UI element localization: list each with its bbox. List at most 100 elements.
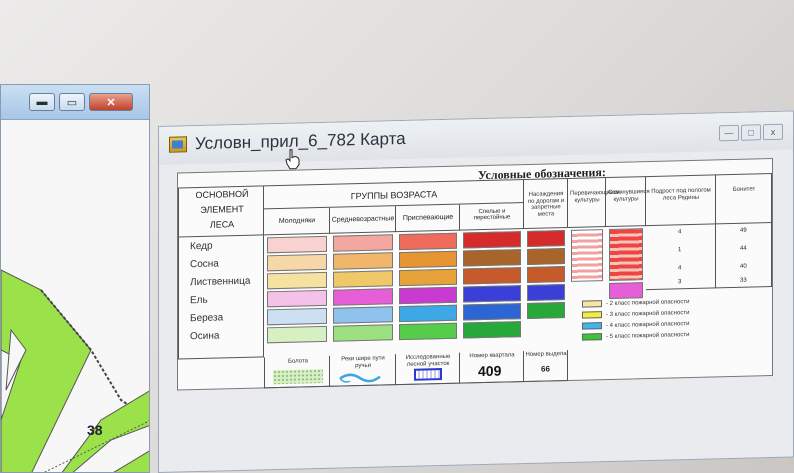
unit-cell: Исследованные лесной участок [396, 352, 460, 386]
swatch [527, 248, 565, 265]
extra-header-cell: Перевичающиеся культуры [568, 177, 620, 228]
map-canvas[interactable]: 38 [1, 120, 149, 472]
species-label-pine: Сосна [190, 258, 219, 271]
element-header-line2: ЭЛЕМЕНТ [200, 203, 244, 215]
fire-class-label: - 3 класс пожарной опасности [606, 309, 690, 318]
extra-header-cell: Насаждения по дорогам и запретные места [524, 177, 568, 230]
species-label-cedar: Кедр [190, 240, 213, 253]
age-group-label: Спелые и перестойные [473, 208, 511, 222]
swatch [267, 325, 327, 344]
river-cell: Реки шире пути ручьи [330, 354, 396, 387]
swatch [267, 253, 327, 272]
swatch [333, 324, 393, 342]
quarter-cell: Номер квартала 409 [460, 351, 524, 384]
fire-class-swatch [582, 311, 602, 319]
extra-header-cell: Сомкнувшиеся культуры [606, 176, 650, 228]
unit-symbol [414, 368, 442, 381]
plot-cell: Номер выдела 66 [524, 349, 568, 383]
species-label-spruce: Ель [190, 294, 208, 307]
extra-header-label: Подрост под пологом леса Редины [651, 187, 711, 202]
legend-sheet: Условные обозначения: ОСНОВНОЙ ЭЛЕМЕНТ Л… [177, 157, 773, 391]
plot-label: Номер выдела [525, 351, 567, 359]
swatch [399, 304, 457, 323]
age-col-header: Средневозрастные [330, 206, 396, 234]
age-group-label: Молодняки [278, 217, 316, 226]
fire-class-swatch [582, 300, 602, 308]
map-parcel-number: 38 [87, 422, 103, 438]
fire-class-item: - 5 класс пожарной опасности [582, 330, 689, 342]
swatch [609, 228, 643, 281]
swatch [333, 306, 393, 324]
legend-window-titlebar[interactable]: Условн_прил_6_782 Карта — □ x [159, 111, 793, 170]
species-label-birch: Береза [190, 312, 224, 325]
fire-class-item: - 4 класс пожарной опасности [582, 319, 689, 331]
number-column [716, 222, 772, 289]
species-label-aspen: Осина [190, 330, 220, 343]
close-button[interactable]: ✕ [89, 93, 133, 111]
maximize-button[interactable]: ▭ [59, 93, 85, 111]
plot-value: 66 [541, 364, 550, 374]
swatch [571, 229, 603, 282]
map-app-icon [169, 136, 187, 153]
extra-header-label: Перевичающиеся культуры [570, 189, 620, 204]
extra-header-label: Сомкнувшиеся культуры [608, 188, 650, 203]
swatch [399, 268, 457, 287]
age-groups-header: ГРУППЫ ВОЗРАСТА [350, 189, 438, 202]
river-icon [339, 373, 381, 383]
minimize-button[interactable]: — [719, 124, 739, 142]
extra-header-label: Бонитет [732, 186, 756, 193]
fire-class-item: - 2 класс пожарной опасности [582, 297, 689, 309]
quarter-label: Номер квартала [469, 352, 515, 360]
age-group-label: Приспевающие [402, 213, 454, 223]
swatch [527, 266, 565, 283]
fire-class-label: - 4 класс пожарной опасности [606, 320, 690, 329]
minimize-button[interactable]: ▬ [29, 93, 55, 111]
swatch [399, 232, 457, 251]
number-column [646, 224, 716, 291]
element-header-cell: ОСНОВНОЙ ЭЛЕМЕНТ ЛЕСА [178, 185, 264, 238]
extra-header-cell: Бонитет [716, 172, 772, 225]
extra-header-label: Насаждения по дорогам и запретные места [527, 191, 565, 218]
fire-class-swatch [582, 333, 602, 341]
swamp-label: Болота [288, 358, 308, 365]
close-button[interactable]: x [763, 123, 783, 141]
fire-class-swatch [582, 322, 602, 330]
swatch [399, 286, 457, 305]
background-window: ▬ ▭ ✕ 38 [0, 84, 150, 473]
background-window-titlebar[interactable]: ▬ ▭ ✕ [1, 85, 149, 120]
swamp-cell: Болота [264, 355, 330, 389]
swatch [527, 284, 565, 301]
swatch [527, 302, 565, 319]
swamp-pattern [273, 368, 323, 385]
swatch [267, 271, 327, 290]
age-group-label: Средневозрастные [331, 215, 395, 224]
swatch [463, 285, 521, 303]
swatch [463, 267, 521, 285]
swatch [463, 249, 521, 267]
swatch [333, 288, 393, 306]
fire-class-label: - 2 класс пожарной опасности [606, 298, 690, 307]
swatch [333, 234, 393, 252]
swatch [399, 250, 457, 269]
fire-class-item: - 3 класс пожарной опасности [582, 308, 689, 320]
swatch [463, 303, 521, 321]
extra-header-cell: Подрост под пологом леса Редины [646, 174, 716, 227]
swatch [463, 321, 521, 339]
element-header-line3: ЛЕСА [209, 219, 235, 230]
legend-window: Условн_прил_6_782 Карта — □ x Условные о… [158, 110, 794, 473]
swatch [399, 322, 457, 341]
map-drawing [1, 269, 149, 472]
swatch [609, 282, 643, 299]
swatch [463, 231, 521, 249]
swatch [527, 230, 565, 247]
quarter-value: 409 [478, 362, 502, 380]
fire-class-label: - 5 класс пожарной опасности [606, 331, 690, 340]
species-label-larch: Лиственница [190, 275, 251, 289]
hand-cursor-icon [285, 149, 300, 170]
swatch [267, 289, 327, 308]
swatch [267, 235, 327, 254]
maximize-button[interactable]: □ [741, 124, 761, 141]
swatch [333, 252, 393, 270]
swatch [267, 307, 327, 326]
element-header-line1: ОСНОВНОЙ [195, 188, 249, 201]
